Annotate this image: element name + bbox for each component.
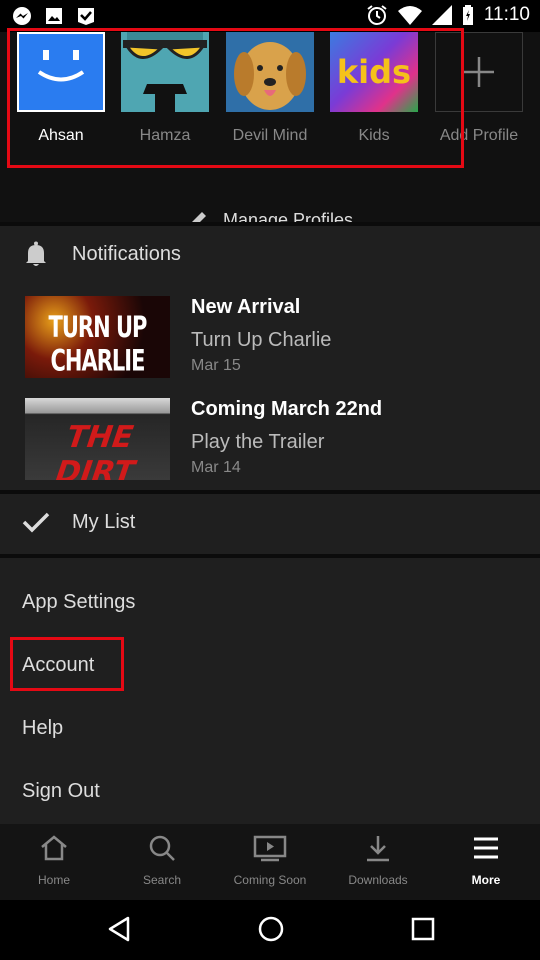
- sunglasses-avatar-icon: [123, 32, 207, 112]
- add-profile-button[interactable]: Add Profile: [435, 32, 523, 145]
- dog-avatar-icon: [234, 42, 306, 110]
- status-time: 11:10: [483, 4, 530, 25]
- notification-subtitle: Turn Up Charlie: [191, 329, 332, 351]
- status-bar: 11:10: [0, 0, 540, 32]
- notification-thumbnail: TURN UP CHARLIE: [25, 296, 170, 378]
- my-list-label: My List: [72, 510, 136, 533]
- tab-label: More: [471, 873, 501, 887]
- profile-name: Ahsan: [38, 127, 84, 144]
- avatar: [121, 32, 209, 112]
- checkmark-icon: [22, 512, 50, 533]
- notification-date: Mar 15: [191, 357, 241, 374]
- avatar: [17, 32, 105, 112]
- profile-ahsan[interactable]: Ahsan: [17, 32, 105, 145]
- notifications-heading: Notifications: [72, 242, 181, 265]
- thumbnail-title: THE DIRT: [53, 420, 137, 480]
- notification-thumbnail: THE DIRT: [25, 398, 170, 480]
- tab-label: Coming Soon: [233, 873, 307, 887]
- bottom-tab-bar: Home Search Coming Soon Downloads More: [0, 824, 540, 900]
- avatar: kids: [330, 32, 418, 112]
- profile-name: Add Profile: [439, 127, 519, 144]
- profile-hamza[interactable]: Hamza: [121, 32, 209, 145]
- add-profile-tile: [435, 32, 523, 112]
- profile-devil-mind[interactable]: Devil Mind: [226, 32, 314, 145]
- notification-title: New Arrival: [191, 296, 301, 318]
- tab-coming-soon[interactable]: Coming Soon: [216, 834, 324, 887]
- tab-home[interactable]: Home: [0, 834, 108, 887]
- notifications-section: Notifications TURN UP CHARLIE New Arriva…: [0, 226, 540, 490]
- tab-more[interactable]: More: [432, 834, 540, 887]
- notification-item[interactable]: THE DIRT Coming March 22nd Play the Trai…: [25, 398, 525, 488]
- my-list-button[interactable]: My List: [0, 494, 540, 554]
- profiles-section: Ahsan Hamza Devil Mind kids Kids Add Pro…: [0, 32, 540, 230]
- tab-label: Search: [142, 873, 182, 887]
- profile-name: Devil Mind: [232, 127, 308, 144]
- sign-out-button[interactable]: Sign Out: [22, 780, 100, 803]
- profile-name: Hamza: [139, 127, 191, 144]
- menu-icon: [474, 837, 498, 859]
- plus-icon: [464, 57, 494, 87]
- notification-item[interactable]: TURN UP CHARLIE New Arrival Turn Up Char…: [25, 296, 525, 386]
- notification-date: Mar 14: [191, 459, 241, 476]
- kids-logo: kids: [336, 53, 412, 91]
- tab-label: Downloads: [348, 873, 408, 887]
- recents-icon[interactable]: [408, 914, 438, 944]
- avatar: [226, 32, 314, 112]
- wifi-icon: [397, 6, 422, 25]
- help-button[interactable]: Help: [22, 717, 63, 740]
- app-settings-button[interactable]: App Settings: [22, 591, 135, 614]
- notification-title: Coming March 22nd: [191, 398, 383, 420]
- profile-kids[interactable]: kids Kids: [330, 32, 418, 145]
- smiley-avatar-icon: [37, 50, 85, 82]
- account-highlight-box: [10, 637, 124, 691]
- tab-search[interactable]: Search: [108, 834, 216, 887]
- tab-label: Home: [37, 873, 70, 887]
- tab-downloads[interactable]: Downloads: [324, 834, 432, 887]
- search-icon: [149, 835, 175, 861]
- messenger-icon: [13, 7, 31, 25]
- download-icon: [367, 836, 389, 862]
- system-nav-bar: [0, 900, 540, 960]
- signal-icon: [431, 5, 452, 25]
- play-box-icon: [253, 835, 287, 862]
- settings-menu: App Settings Account Help Sign Out: [0, 558, 540, 824]
- home-icon: [41, 835, 67, 861]
- thumbnail-title: TURN UP CHARLIE: [48, 310, 148, 378]
- checkmark-app-icon: [78, 8, 94, 25]
- back-icon[interactable]: [104, 914, 134, 944]
- profile-name: Kids: [358, 127, 390, 144]
- notification-subtitle: Play the Trailer: [191, 431, 325, 453]
- notifications-header[interactable]: Notifications: [22, 240, 181, 268]
- gallery-icon: [46, 8, 62, 24]
- battery-icon: [462, 5, 473, 25]
- home-circle-icon[interactable]: [256, 914, 286, 944]
- alarm-icon: [367, 5, 387, 25]
- bell-icon: [26, 241, 46, 266]
